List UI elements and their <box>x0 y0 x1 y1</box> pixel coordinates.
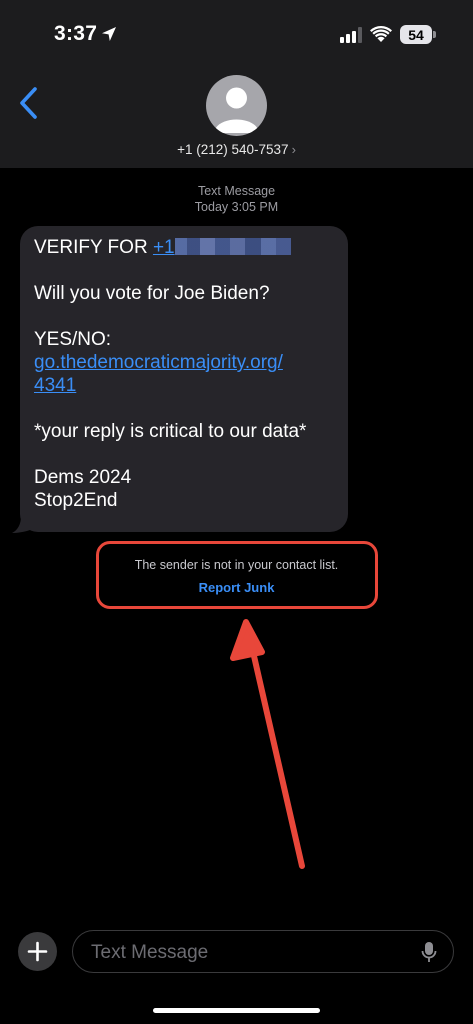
message-question: Will you vote for Joe Biden? <box>34 283 270 304</box>
signal-icon <box>340 27 362 43</box>
battery-nub <box>433 31 436 38</box>
home-indicator[interactable] <box>153 1008 320 1013</box>
battery-level: 54 <box>408 26 424 43</box>
junk-notice-text: The sender is not in your contact list. <box>134 558 339 572</box>
message-input[interactable] <box>89 931 413 974</box>
person-icon <box>214 87 259 133</box>
contact-avatar[interactable] <box>206 75 267 136</box>
mic-icon[interactable] <box>421 941 437 964</box>
battery-indicator: 54 <box>400 25 432 44</box>
incoming-message-bubble[interactable]: VERIFY FOR +1 Will you vote for Joe Bide… <box>20 226 348 532</box>
redacted-number <box>174 238 291 255</box>
bubble-tail <box>12 516 30 533</box>
message-link-block: YES/NO: go.thedemocraticmajority.org/4341 <box>34 328 334 397</box>
status-bar: 3:37 54 <box>0 0 473 70</box>
chevron-right-icon: › <box>291 142 296 157</box>
message-composer[interactable] <box>72 930 454 974</box>
plus-icon <box>27 941 48 962</box>
message-line-verify: VERIFY FOR +1 <box>34 236 334 259</box>
message-critical: *your reply is critical to our data* <box>34 421 307 442</box>
back-chevron-icon[interactable] <box>16 86 42 120</box>
junk-notice-highlight <box>96 541 378 609</box>
conversation-header: 3:37 54 +1 (212) 540-7537 › <box>0 0 473 168</box>
report-junk-button[interactable]: Report Junk <box>0 580 473 595</box>
message-signature: Dems 2024 Stop2End <box>34 467 132 511</box>
contact-name-button[interactable]: +1 (212) 540-7537 › <box>0 142 473 157</box>
contact-number: +1 (212) 540-7537 <box>177 142 289 157</box>
timestamp-label: Text Message <box>197 184 276 198</box>
location-arrow-icon <box>102 27 116 41</box>
message-timestamp: Text Message Today 3:05 PM <box>0 183 473 215</box>
apps-plus-button[interactable] <box>18 932 57 971</box>
phone-link[interactable]: +1 <box>153 237 175 258</box>
message-url-part1[interactable]: go.thedemocraticmajority.org/ <box>34 352 283 373</box>
messages-screen: 3:37 54 +1 (212) 540-7537 › Text Message… <box>0 0 473 1024</box>
timestamp-time: Today 3:05 PM <box>194 200 279 214</box>
clock: 3:37 <box>54 22 98 45</box>
wifi-icon <box>370 26 392 42</box>
yes-no-label: YES/NO: <box>34 329 112 350</box>
message-url-part2[interactable]: 4341 <box>34 375 76 396</box>
